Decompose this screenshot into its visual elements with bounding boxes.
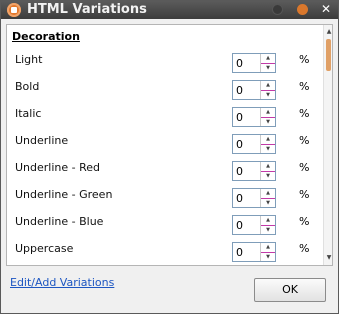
arrow-up-icon[interactable]: ▲: [261, 189, 275, 198]
html-variations-window: HTML Variations ✕ Decoration Light 0 ▲ ▼…: [0, 0, 339, 314]
spinner[interactable]: ▲ ▼: [260, 189, 275, 207]
arrow-down-icon[interactable]: ▼: [261, 90, 275, 100]
title-bar[interactable]: HTML Variations ✕: [1, 1, 338, 19]
percent-value: 0: [236, 165, 243, 178]
variation-row-underline-green: Underline - Green 0 ▲ ▼ %: [7, 185, 323, 209]
variations-panel: Decoration Light 0 ▲ ▼ % Bold 0 ▲ ▼ % It…: [6, 24, 333, 266]
variation-row-bold: Bold 0 ▲ ▼ %: [7, 77, 323, 101]
arrow-down-icon[interactable]: ▼: [261, 144, 275, 154]
arrow-up-icon[interactable]: ▲: [261, 108, 275, 117]
percent-input[interactable]: 0 ▲ ▼: [232, 188, 276, 208]
vertical-scrollbar[interactable]: ▲ ▼: [323, 25, 332, 265]
percent-value: 0: [236, 192, 243, 205]
section-title-decoration: Decoration: [12, 30, 80, 43]
percent-input[interactable]: 0 ▲ ▼: [232, 53, 276, 73]
percent-value: 0: [236, 219, 243, 232]
percent-unit: %: [299, 53, 310, 66]
variation-row-uppercase: Uppercase 0 ▲ ▼ %: [7, 239, 323, 263]
variation-row-underline-blue: Underline - Blue 0 ▲ ▼ %: [7, 212, 323, 236]
spinner[interactable]: ▲ ▼: [260, 162, 275, 180]
edit-add-variations-link[interactable]: Edit/Add Variations: [10, 276, 114, 289]
variation-label: Light: [15, 53, 43, 66]
variation-row-underline-red: Underline - Red 0 ▲ ▼ %: [7, 158, 323, 182]
percent-input[interactable]: 0 ▲ ▼: [232, 80, 276, 100]
ok-button[interactable]: OK: [254, 278, 326, 302]
scrollbar-thumb[interactable]: [326, 39, 331, 71]
spinner[interactable]: ▲ ▼: [260, 243, 275, 261]
close-icon[interactable]: ✕: [319, 2, 333, 16]
percent-unit: %: [299, 161, 310, 174]
spinner[interactable]: ▲ ▼: [260, 54, 275, 72]
variation-label: Uppercase: [15, 242, 74, 255]
percent-input[interactable]: 0 ▲ ▼: [232, 107, 276, 127]
percent-value: 0: [236, 138, 243, 151]
variation-label: Italic: [15, 107, 42, 120]
percent-input[interactable]: 0 ▲ ▼: [232, 134, 276, 154]
percent-input[interactable]: 0 ▲ ▼: [232, 161, 276, 181]
percent-value: 0: [236, 57, 243, 70]
arrow-up-icon[interactable]: ▲: [261, 216, 275, 225]
minimize-icon[interactable]: [272, 4, 283, 15]
percent-unit: %: [299, 134, 310, 147]
percent-value: 0: [236, 84, 243, 97]
percent-value: 0: [236, 111, 243, 124]
percent-unit: %: [299, 188, 310, 201]
arrow-down-icon[interactable]: ▼: [261, 252, 275, 262]
percent-value: 0: [236, 246, 243, 259]
scroll-up-icon[interactable]: ▲: [325, 27, 332, 37]
variation-label: Underline: [15, 134, 69, 147]
percent-input[interactable]: 0 ▲ ▼: [232, 215, 276, 235]
variation-row-underline: Underline 0 ▲ ▼ %: [7, 131, 323, 155]
arrow-down-icon[interactable]: ▼: [261, 198, 275, 208]
arrow-up-icon[interactable]: ▲: [261, 81, 275, 90]
app-icon: [7, 3, 21, 17]
variation-label: Underline - Blue: [15, 215, 104, 228]
arrow-down-icon[interactable]: ▼: [261, 171, 275, 181]
variation-label: Underline - Green: [15, 188, 113, 201]
variation-row-italic: Italic 0 ▲ ▼ %: [7, 104, 323, 128]
percent-unit: %: [299, 107, 310, 120]
arrow-up-icon[interactable]: ▲: [261, 135, 275, 144]
variation-label: Bold: [15, 80, 40, 93]
maximize-icon[interactable]: [297, 4, 308, 15]
variation-label: Underline - Red: [15, 161, 101, 174]
spinner[interactable]: ▲ ▼: [260, 216, 275, 234]
window-title: HTML Variations: [27, 2, 147, 17]
arrow-up-icon[interactable]: ▲: [261, 243, 275, 252]
spinner[interactable]: ▲ ▼: [260, 135, 275, 153]
percent-unit: %: [299, 242, 310, 255]
scroll-down-icon[interactable]: ▼: [325, 253, 332, 263]
percent-input[interactable]: 0 ▲ ▼: [232, 242, 276, 262]
arrow-down-icon[interactable]: ▼: [261, 63, 275, 73]
variation-row-light: Light 0 ▲ ▼ %: [7, 50, 323, 74]
spinner[interactable]: ▲ ▼: [260, 81, 275, 99]
percent-unit: %: [299, 80, 310, 93]
percent-unit: %: [299, 215, 310, 228]
arrow-down-icon[interactable]: ▼: [261, 117, 275, 127]
arrow-up-icon[interactable]: ▲: [261, 54, 275, 63]
arrow-down-icon[interactable]: ▼: [261, 225, 275, 235]
spinner[interactable]: ▲ ▼: [260, 108, 275, 126]
arrow-up-icon[interactable]: ▲: [261, 162, 275, 171]
